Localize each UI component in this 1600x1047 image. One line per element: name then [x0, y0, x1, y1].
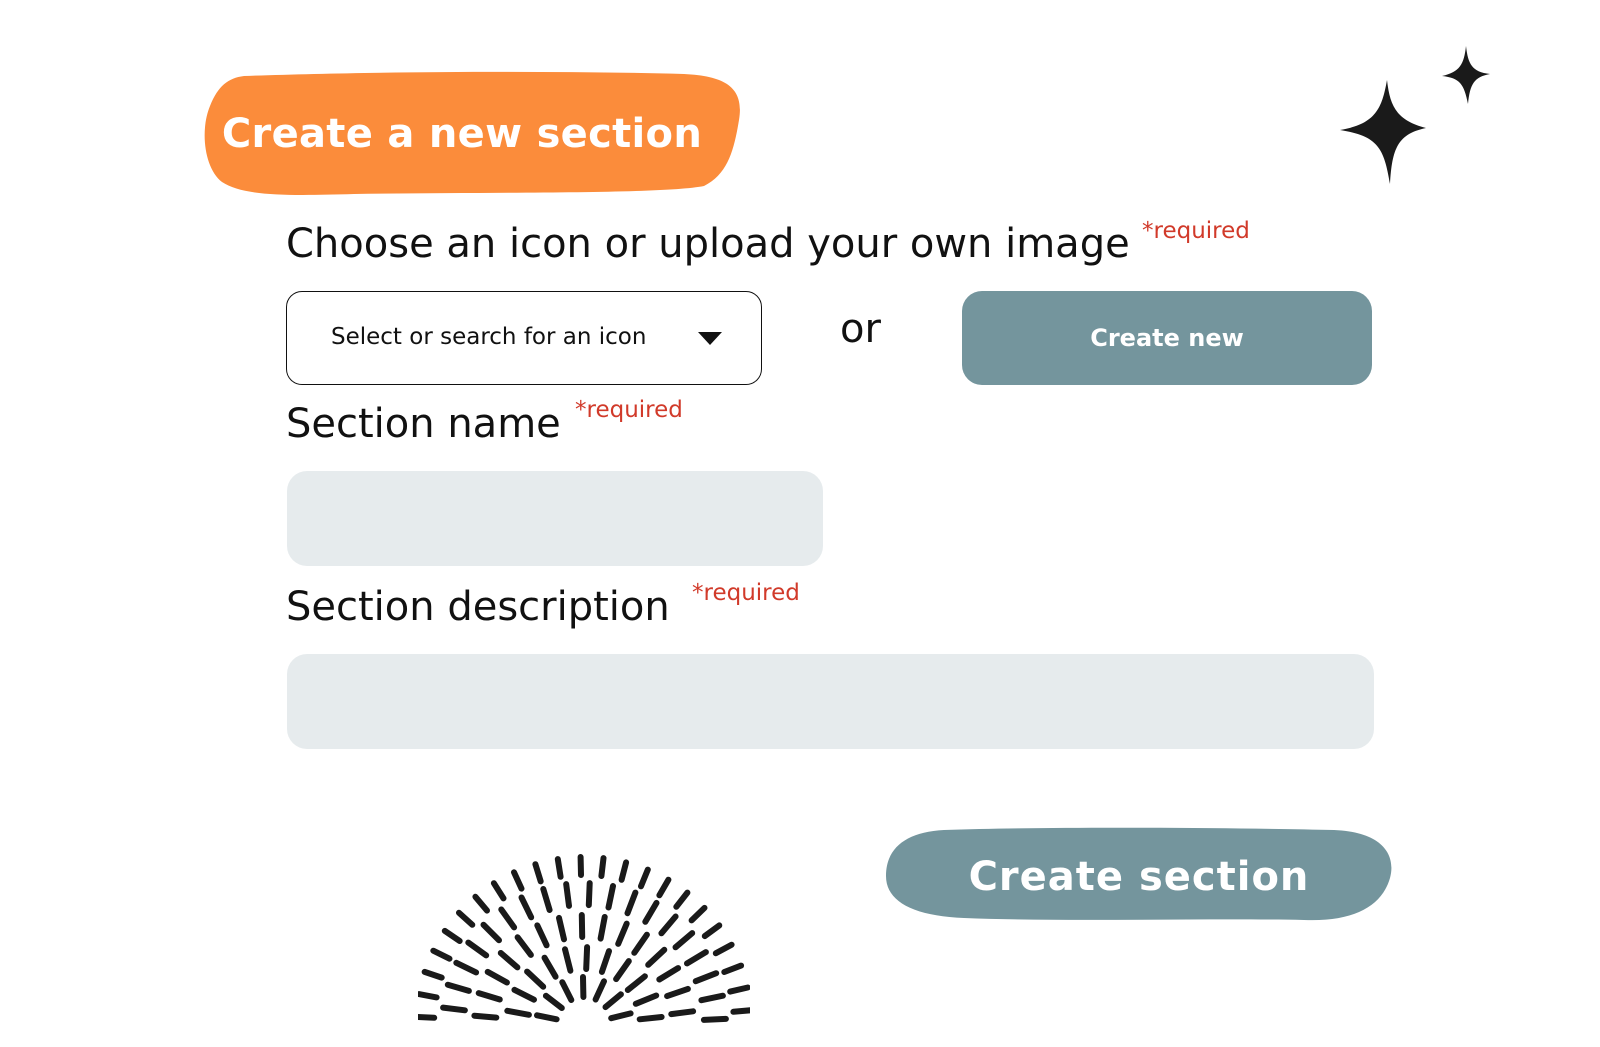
- radial-dash: [684, 949, 709, 967]
- radial-dash: [534, 922, 550, 949]
- radial-dash: [471, 1012, 500, 1021]
- icon-field-label: Choose an icon or upload your own image: [286, 221, 1130, 267]
- radial-dash: [642, 899, 660, 925]
- radial-dash: [490, 880, 507, 902]
- radial-dash: [524, 968, 547, 990]
- page-title: Create a new section: [204, 70, 740, 197]
- radial-dash: [618, 859, 630, 883]
- radial-dash: [480, 921, 502, 944]
- radial-dash: [598, 948, 612, 975]
- radial-dash: [636, 1014, 665, 1023]
- chevron-down-icon: [698, 332, 722, 345]
- radial-dash: [712, 941, 735, 957]
- radial-dash: [440, 1004, 468, 1014]
- radial-dash: [563, 881, 572, 909]
- create-section-page: Create a new section Choose an icon or u…: [0, 0, 1600, 1047]
- section-description-input[interactable]: [287, 654, 1374, 749]
- section-description-label: Section description: [286, 584, 670, 630]
- radial-dash: [608, 1010, 634, 1022]
- radial-dash: [511, 986, 537, 1003]
- page-title-text: Create a new section: [221, 110, 703, 157]
- sparkle-icon: [1340, 46, 1490, 184]
- radial-dash: [727, 984, 750, 995]
- section-name-required: *required: [575, 397, 683, 423]
- radial-dash: [498, 906, 518, 931]
- radial-dash: [542, 992, 565, 1011]
- radial-dash: [613, 958, 632, 983]
- radial-dash: [597, 914, 608, 942]
- icon-select-dropdown[interactable]: Select or search for an icon: [286, 291, 762, 385]
- icon-field-required: *required: [1142, 218, 1250, 244]
- radial-dash: [511, 869, 525, 892]
- radial-dash: [605, 883, 616, 911]
- radial-dash: [534, 1012, 560, 1023]
- create-section-label: Create section: [968, 853, 1310, 900]
- radial-dash: [658, 913, 679, 937]
- radial-dash: [624, 889, 639, 917]
- radial-dash: [592, 978, 607, 1003]
- radial-dash: [721, 962, 745, 975]
- radial-dash: [472, 893, 490, 914]
- radial-dash: [441, 927, 463, 944]
- radial-dash: [554, 856, 564, 880]
- radial-dash: [632, 992, 660, 1007]
- or-separator: or: [840, 306, 881, 352]
- radial-dash: [456, 909, 476, 928]
- section-description-required: *required: [692, 580, 800, 606]
- radial-dash: [664, 985, 691, 1000]
- radial-dash: [540, 886, 553, 913]
- radial-dash: [700, 1015, 729, 1023]
- radial-dash: [497, 950, 521, 971]
- radial-dash-decoration: [418, 854, 750, 1023]
- icon-select-placeholder: Select or search for an icon: [331, 324, 647, 350]
- radial-dash: [688, 904, 708, 924]
- radial-dash: [656, 876, 672, 899]
- radial-dash: [532, 861, 544, 885]
- radial-dash: [562, 946, 574, 974]
- radial-dash: [444, 981, 472, 994]
- radial-dash: [559, 979, 575, 1003]
- radial-dash: [698, 992, 726, 1004]
- radial-dash: [598, 855, 607, 879]
- radial-dash: [418, 1013, 438, 1021]
- radial-dash: [672, 930, 696, 951]
- radial-dash: [668, 1008, 697, 1018]
- radial-dash: [638, 866, 651, 890]
- section-name-input[interactable]: [287, 471, 823, 566]
- radial-dash: [583, 944, 591, 972]
- radial-dash: [701, 922, 723, 940]
- radial-dash: [730, 1007, 750, 1015]
- radial-dash: [602, 991, 624, 1011]
- radial-dash: [624, 973, 648, 993]
- radial-dash: [518, 894, 535, 921]
- radial-dash: [514, 934, 534, 958]
- radial-dash: [673, 889, 691, 910]
- radial-dash: [585, 880, 593, 909]
- radial-dash: [504, 1007, 532, 1018]
- radial-dash: [465, 939, 490, 959]
- section-name-label: Section name: [286, 401, 561, 447]
- radial-dash: [430, 947, 453, 962]
- radial-dash: [475, 990, 503, 1003]
- radial-dash: [556, 914, 567, 943]
- radial-dash: [645, 946, 668, 968]
- radial-dash: [631, 931, 650, 956]
- create-section-button[interactable]: Create section: [884, 826, 1394, 923]
- radial-dash: [453, 959, 480, 976]
- radial-dash: [615, 920, 630, 947]
- radial-dash: [692, 970, 720, 985]
- radial-dash: [656, 965, 682, 983]
- radial-dash: [541, 954, 559, 980]
- radial-dash: [418, 991, 440, 1001]
- radial-dash: [484, 968, 510, 986]
- radial-dash: [421, 968, 445, 981]
- create-new-icon-button[interactable]: Create new: [962, 291, 1372, 385]
